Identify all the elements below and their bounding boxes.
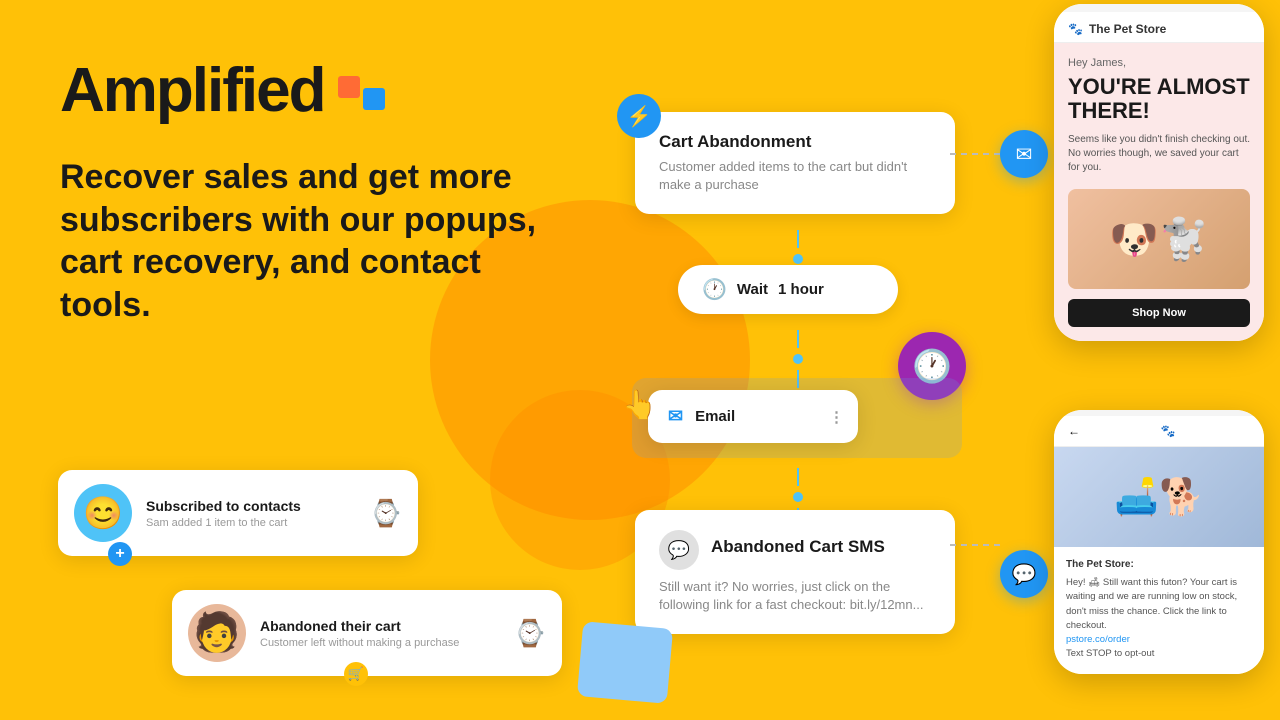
badge1-product-icon: ⌚ [370, 498, 402, 529]
logo-icon [338, 76, 385, 110]
cart-card-desc: Customer added items to the cart but did… [659, 158, 931, 194]
back-icon[interactable]: ← [1068, 424, 1080, 438]
sms-card-desc: Still want it? No worries, just click on… [659, 578, 931, 614]
top-phone-header: 🐾 The Pet Store [1054, 12, 1264, 43]
store-name-top: The Pet Store [1089, 22, 1166, 36]
logo-text: Amplified [60, 55, 324, 126]
top-phone-mockup: 🐾 The Pet Store Hey James, YOU'RE ALMOST… [1054, 4, 1264, 341]
pet-image: 🛋️🐕 [1054, 447, 1264, 547]
wait-hour-pill[interactable]: 🕐 Wait 1 hour [678, 265, 898, 314]
cart-card-title: Cart Abandonment [659, 132, 931, 152]
sms-bubble-right: 💬 [1000, 550, 1048, 598]
left-section: Amplified Recover sales and get more sub… [60, 55, 540, 326]
email-bubble-right: ✉ [1000, 130, 1048, 178]
shop-now-button[interactable]: Shop Now [1068, 299, 1250, 327]
email-icon: ✉ [668, 406, 683, 427]
sms-message: Hey! 🛋 Still want this futon? Your cart … [1066, 576, 1252, 662]
badge2-cart-icon: 🛒 [344, 662, 368, 686]
bottom-store-icon: 🐾 [1086, 424, 1250, 438]
optout-text: Text STOP to opt-out [1066, 648, 1154, 659]
badge2-text: Abandoned their cart Customer left witho… [260, 618, 500, 649]
email-card[interactable]: ✉ Email ⋮ [648, 390, 858, 443]
logo-area: Amplified [60, 55, 540, 126]
badge1-subtitle: Sam added 1 item to the cart [146, 517, 356, 529]
abandoned-badge: 🧑 Abandoned their cart Customer left wit… [172, 590, 562, 676]
top-phone-screen: 🐾 The Pet Store Hey James, YOU'RE ALMOST… [1054, 4, 1264, 341]
email-label: Email [695, 408, 735, 425]
bottom-phone-header: ← 🐾 [1054, 416, 1264, 447]
sms-sender: The Pet Store: [1066, 559, 1252, 570]
wait-label: Wait [737, 281, 768, 298]
shop-link: pstore.co/order [1066, 634, 1130, 645]
logo-square-orange [338, 76, 360, 98]
bottom-phone-screen: ← 🐾 🛋️🐕 The Pet Store: Hey! 🛋 Still want… [1054, 410, 1264, 674]
lightning-icon: ⚡ [627, 104, 652, 129]
badge2-title: Abandoned their cart [260, 618, 500, 634]
badge2-product-icon: ⌚ [514, 618, 546, 649]
top-phone-email-body: Hey James, YOU'RE ALMOST THERE! Seems li… [1054, 43, 1264, 341]
clock-icon: 🕐 [702, 277, 727, 302]
sms-icon-circle: 💬 [659, 530, 699, 570]
bottom-phone-mockup: ← 🐾 🛋️🐕 The Pet Store: Hey! 🛋 Still want… [1054, 410, 1264, 674]
blue-decorative-shape [577, 621, 673, 704]
dashed-line-sms [950, 544, 1000, 546]
greeting-text: Hey James, [1068, 57, 1250, 69]
sms-card-title: Abandoned Cart SMS [711, 537, 885, 557]
sms-chat-area: The Pet Store: Hey! 🛋 Still want this fu… [1054, 547, 1264, 674]
dashed-line-email [950, 153, 1000, 155]
subscribed-badge: 😊 Subscribed to contacts Sam added 1 ite… [58, 470, 418, 556]
email-body-text: Seems like you didn't finish checking ou… [1068, 133, 1250, 175]
tagline: Recover sales and get more subscribers w… [60, 156, 540, 326]
logo-square-blue [363, 88, 385, 110]
email-bubble-icon: ✉ [1016, 142, 1033, 167]
sms-card: 💬 Abandoned Cart SMS Still want it? No w… [635, 510, 955, 634]
badge1-plus-icon: + [108, 542, 132, 566]
sms-bubble-icon: 💬 [1012, 562, 1037, 587]
wait-duration: 1 hour [778, 281, 824, 298]
badge2-avatar: 🧑 [188, 604, 246, 662]
badge2-subtitle: Customer left without making a purchase [260, 637, 500, 649]
badge1-text: Subscribed to contacts Sam added 1 item … [146, 498, 356, 529]
cart-icon-circle: ⚡ [617, 94, 661, 138]
headline-text: YOU'RE ALMOST THERE! [1068, 75, 1250, 123]
badge1-title: Subscribed to contacts [146, 498, 356, 514]
dog-photo: 🐶🐩 [1068, 189, 1250, 289]
cart-abandonment-card: ⚡ Cart Abandonment Customer added items … [635, 112, 955, 214]
badge1-avatar: 😊 [74, 484, 132, 542]
email-dots-icon[interactable]: ⋮ [829, 408, 844, 426]
paw-icon: 🐾 [1068, 22, 1083, 36]
